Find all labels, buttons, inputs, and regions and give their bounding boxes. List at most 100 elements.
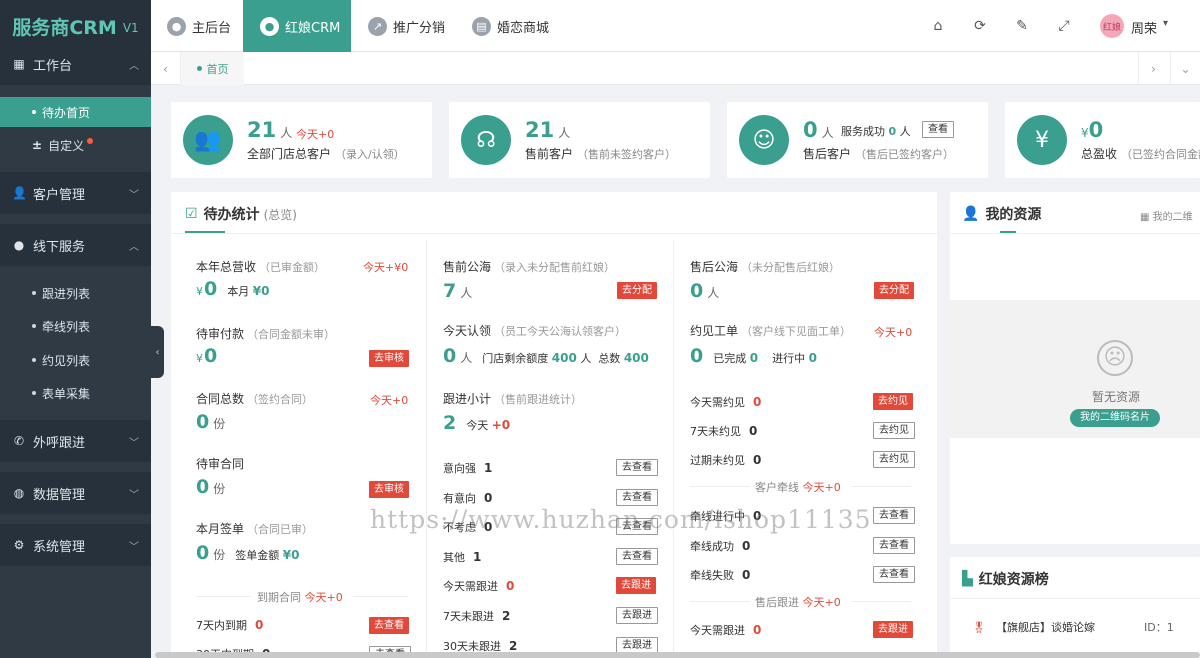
drop-icon: ● — [13, 238, 25, 252]
clear-cache-icon[interactable]: ✎ — [1013, 17, 1031, 35]
headset-icon: ☊ — [461, 115, 511, 165]
sidebar-item-followup-list[interactable]: 跟进列表 — [0, 278, 151, 308]
row-action-button[interactable]: 去跟进 — [616, 577, 656, 595]
row-action-button[interactable]: 去约见 — [873, 422, 915, 439]
bar-chart-icon: ▙ — [962, 571, 973, 587]
tabs-scroll-left-icon[interactable]: ‹ — [151, 52, 181, 85]
list-item: 今天需跟进 0 — [443, 579, 515, 594]
yen-icon: ¥ — [1017, 115, 1067, 165]
tabs-scroll-right-icon[interactable]: › — [1138, 52, 1168, 85]
list-item: 有意向 0 — [443, 490, 493, 505]
chevron-left-icon: ‹ — [155, 346, 160, 358]
row-action-button[interactable]: 去跟进 — [873, 621, 913, 638]
list-item[interactable]: 🎖 【旗舰店】谈婚论嫁 — [972, 619, 1095, 635]
qr-link[interactable]: ▦ 我的二维 — [1140, 208, 1193, 223]
sidebar-item-meet-list[interactable]: 约见列表 — [0, 345, 151, 375]
list-item: 今天需约见 0 — [690, 395, 762, 409]
menu-group-outbound[interactable]: ✆ 外呼跟进 ﹀ — [0, 420, 151, 462]
chevron-down-icon: ﹀ — [129, 437, 139, 449]
view-expiring-7d-button[interactable]: 去查看 — [369, 617, 409, 634]
tab-main-backend[interactable]: ● 主后台 — [167, 0, 243, 52]
tab-matchmaker-crm[interactable]: ● 红娘CRM — [243, 0, 351, 52]
fullscreen-icon[interactable]: ⤢ — [1055, 17, 1073, 35]
refresh-icon[interactable]: ⟳ — [971, 17, 989, 35]
stat-card-aftersale-customers: ☺ 0人 服务成功 0 人 查看 售后客户 （售后已签约客户） — [727, 102, 988, 178]
row-action-button[interactable]: 去查看 — [873, 566, 915, 583]
row-action-button[interactable]: 去约见 — [873, 393, 913, 410]
share-icon: ↗ — [368, 16, 387, 36]
row-action-button[interactable]: 去查看 — [873, 507, 915, 524]
chevron-up-icon: ︿ — [129, 241, 139, 253]
dashboard-icon: ▦ — [13, 57, 25, 71]
assign-presale-button[interactable]: 去分配 — [617, 282, 657, 299]
menu-group-customers[interactable]: 👤 客户管理 ﹀ — [0, 172, 151, 214]
row-action-button[interactable]: 去约见 — [873, 451, 915, 468]
top-navigation: ● 主后台 ● 红娘CRM ↗ 推广分销 ▤ 婚恋商城 ⌂ ⟳ ✎ ⤢ 红娘 周荣 ▾ — [151, 0, 1200, 52]
list-item: 过期未约见 0 — [690, 453, 762, 467]
review-contract-button[interactable]: 去审核 — [369, 481, 409, 498]
row-action-button[interactable]: 去查看 — [616, 488, 658, 506]
qr-card-button[interactable]: 我的二维码名片 — [1070, 409, 1160, 427]
review-payment-button[interactable]: 去审核 — [369, 350, 409, 367]
phone-icon: ✆ — [13, 434, 25, 448]
list-item: 牵线成功 0 — [690, 538, 751, 553]
shop-icon: ▤ — [472, 16, 491, 36]
empty-state: ☹ 暂无资源 我的二维码名片 — [947, 300, 1200, 438]
panel-title: 我的资源 — [985, 207, 1042, 223]
chevron-up-icon: ︿ — [129, 60, 139, 72]
panel-title: 红娘资源榜 — [978, 572, 1049, 588]
watermark: https://www.huzhan.com/ishop11135 — [370, 505, 872, 534]
user-name[interactable]: 周荣 — [1131, 18, 1157, 37]
sidebar-item-form-collect[interactable]: 表单采集 — [0, 378, 151, 408]
add-user-icon: 👤 — [962, 206, 980, 222]
user-circle-icon: ● — [167, 16, 186, 36]
chevron-down-icon: ﹀ — [129, 541, 139, 553]
qr-icon: ▦ — [1140, 212, 1153, 223]
gear-icon: ⚙ — [13, 538, 25, 552]
sidebar-item-todo-home[interactable]: 待办首页 — [0, 97, 151, 127]
user-icon: 👤 — [12, 186, 27, 200]
avatar[interactable]: 红娘 — [1100, 14, 1124, 38]
row-action-button[interactable]: 去查看 — [873, 536, 915, 554]
data-icon: ◍ — [13, 486, 25, 500]
tab-home[interactable]: 首页 — [181, 52, 244, 85]
panel-title: 待办统计 — [203, 207, 260, 223]
view-button[interactable]: 查看 — [922, 121, 954, 138]
chevron-down-icon: ﹀ — [129, 489, 139, 501]
todo-stats-panel: ☑ 待办统计 (总览) 本年总营收 （已审金额） 今天+¥0 ¥0 本月 ¥0 待审付款… — [171, 192, 937, 658]
page-tabbar: ‹ 首页 › ⌄ — [151, 52, 1200, 85]
row-action-button[interactable]: 去查看 — [616, 459, 658, 476]
tabs-menu-icon[interactable]: ⌄ — [1170, 52, 1200, 85]
row-action-button[interactable]: 去查看 — [616, 547, 658, 565]
menu-group-workbench[interactable]: ▦ 工作台 ︿ — [0, 43, 151, 85]
assign-aftersale-button[interactable]: 去分配 — [874, 282, 914, 299]
sidebar-collapse-toggle[interactable]: ‹ — [151, 326, 164, 378]
plus-icon: ± — [32, 138, 43, 152]
calendar-check-icon: ☑ — [185, 206, 198, 222]
menu-group-data[interactable]: ◍ 数据管理 ﹀ — [0, 472, 151, 514]
list-item: 7天未约见 0 — [690, 424, 758, 438]
sidebar-item-match-list[interactable]: 牵线列表 — [0, 311, 151, 341]
menu-group-system[interactable]: ⚙ 系统管理 ﹀ — [0, 524, 151, 566]
users-icon: 👥 — [183, 115, 233, 165]
sidebar: 服务商CRM V1 ▦ 工作台 ︿ 待办首页 ± 自定义 👤 客户管理 ﹀ ● 线下… — [0, 0, 151, 658]
list-item: 牵线失败 0 — [690, 568, 751, 582]
chevron-down-icon: ﹀ — [129, 189, 139, 201]
sidebar-item-custom[interactable]: ± 自定义 — [0, 130, 151, 160]
horizontal-scrollbar[interactable] — [155, 652, 1200, 658]
list-item: 今天需跟进 0 — [690, 623, 762, 637]
tab-mall[interactable]: ▤ 婚恋商城 — [472, 0, 562, 52]
list-item: 意向强 1 — [443, 461, 493, 475]
caret-down-icon[interactable]: ▾ — [1163, 18, 1168, 29]
person-service-icon: ☺ — [739, 115, 789, 165]
row-action-button[interactable]: 去跟进 — [616, 607, 658, 624]
stat-card-total-revenue: ¥ ¥0 总盈收（已签约合同金额 — [1005, 102, 1200, 178]
home-icon[interactable]: ⌂ — [929, 17, 947, 35]
medal-icon: 🎖 — [972, 621, 986, 634]
sad-face-icon: ☹ — [1097, 340, 1133, 376]
stat-card-presale-customers: ☊ 21 人 售前客户 （售前未签约客户） — [449, 102, 710, 178]
crm-icon: ● — [260, 16, 279, 36]
tab-promotion[interactable]: ↗ 推广分销 — [368, 0, 458, 52]
stat-card-total-customers: 👥 21 人 今天+0 全部门店总客户 （录入/认领） — [171, 102, 432, 178]
menu-group-offline[interactable]: ● 线下服务 ︿ — [0, 224, 151, 266]
